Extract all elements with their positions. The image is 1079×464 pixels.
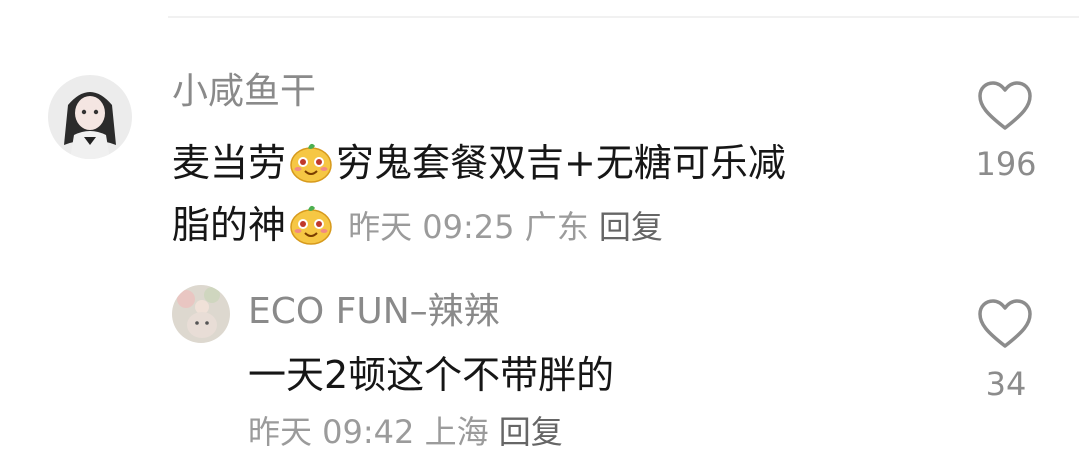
comment-section: 小咸鱼干 麦当劳 穷鬼套餐双吉+无糖可乐减 脂的神 昨天 09:25 广东 回复 … — [0, 0, 1079, 464]
comment-reply-button[interactable]: 回复 — [599, 208, 663, 246]
reply-location: 上海 — [424, 413, 489, 451]
comment-text-part3: 脂的神 — [172, 203, 287, 247]
reply-like-count: 34 — [985, 365, 1027, 403]
heart-icon — [978, 299, 1032, 348]
comment-location: 广东 — [524, 208, 589, 246]
comment-meta: 昨天 09:25 广东 回复 — [348, 208, 663, 246]
reply-avatar[interactable] — [172, 285, 230, 343]
comment-time: 昨天 09:25 — [348, 208, 515, 246]
reply-username[interactable]: ECO FUN–辣辣 — [248, 290, 500, 334]
avatar[interactable] — [48, 75, 132, 159]
heart-icon — [978, 81, 1032, 130]
comment-like-count: 196 — [975, 145, 1037, 183]
comment-text-part2: 穷鬼套餐双吉+无糖可乐减 — [336, 141, 786, 185]
comment-body: 麦当劳 穷鬼套餐双吉+无糖可乐减脂的神 昨天 09:25 广东 回复 — [172, 132, 786, 258]
reply-meta: 昨天 09:42 上海 回复 — [248, 412, 563, 452]
reply-reply-button[interactable]: 回复 — [499, 413, 563, 451]
comment-like-button[interactable] — [977, 80, 1033, 132]
smirk-emoji-icon — [290, 143, 332, 183]
reply-like-button[interactable] — [977, 298, 1033, 350]
smirk-emoji-icon — [290, 205, 332, 245]
comment-text-part1: 麦当劳 — [172, 141, 287, 185]
reply-time: 昨天 09:42 — [248, 413, 415, 451]
reply-body: 一天2顿这个不带胖的 — [248, 353, 615, 397]
divider — [168, 16, 1079, 18]
comment-username[interactable]: 小咸鱼干 — [172, 70, 316, 114]
